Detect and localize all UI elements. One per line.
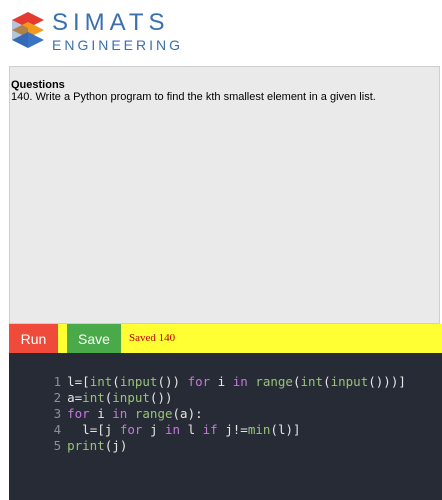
- code-line[interactable]: 3 for i in range(a):: [9, 391, 203, 421]
- question-heading: Questions: [11, 79, 65, 91]
- save-status: Saved 140: [129, 332, 176, 344]
- toolbar: Run Save Saved 140: [9, 324, 442, 353]
- simats-logo-icon: [12, 12, 44, 48]
- code-text[interactable]: print(j): [67, 438, 127, 453]
- run-button[interactable]: Run: [9, 324, 58, 353]
- question-text: 140. Write a Python program to find the …: [11, 91, 376, 103]
- header: SIMATS ENGINEERING: [0, 0, 442, 64]
- line-number: 5: [53, 438, 62, 453]
- code-editor[interactable]: 1 l=[int(input()) for i in range(int(inpu…: [9, 353, 442, 500]
- code-line[interactable]: 2 a=int(input()): [9, 375, 173, 405]
- brand-subtitle: ENGINEERING: [52, 37, 184, 53]
- question-panel: Questions 140. Write a Python program to…: [9, 66, 440, 324]
- brand-name: SIMATS: [52, 9, 170, 36]
- code-line[interactable]: 1 l=[int(input()) for i in range(int(inpu…: [9, 359, 406, 389]
- code-line[interactable]: 5 print(j): [9, 423, 128, 453]
- save-button[interactable]: Save: [67, 324, 121, 353]
- code-line[interactable]: 4 l=[j for j in l if j!=min(l)]: [9, 407, 301, 437]
